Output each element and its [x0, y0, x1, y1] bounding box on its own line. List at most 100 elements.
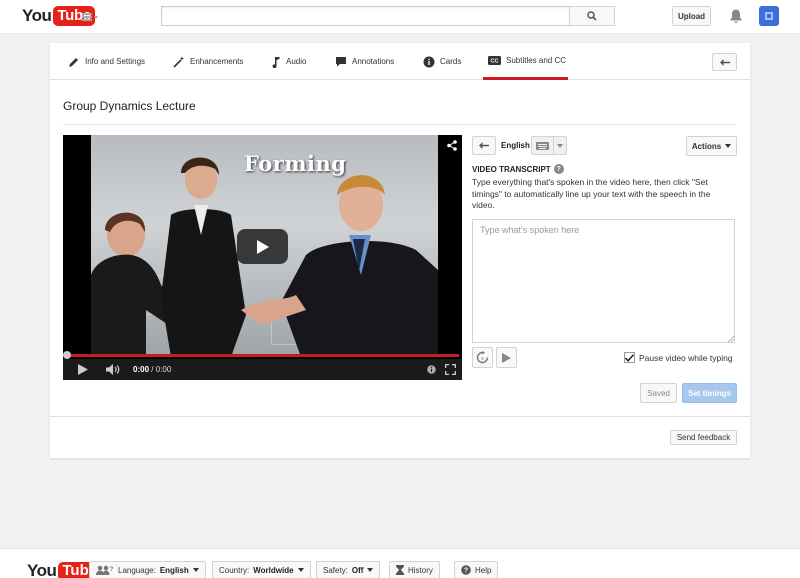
upload-button[interactable]: Upload [672, 6, 711, 26]
pause-while-typing-option[interactable]: Pause video while typing [624, 352, 733, 363]
logo-you-text: You [27, 561, 57, 578]
tab-info-and-settings[interactable]: Info and Settings [68, 43, 145, 80]
arrow-left-icon [479, 142, 489, 149]
country-picker-button[interactable]: Country: Worldwide [212, 561, 311, 578]
tab-label: Cards [440, 57, 462, 66]
video-title: Group Dynamics Lecture [63, 99, 196, 113]
chevron-down-icon [367, 568, 374, 572]
chevron-down-icon [297, 568, 304, 572]
music-note-icon [272, 56, 280, 68]
actions-dropdown[interactable]: Actions [686, 136, 737, 156]
replay-segment-button[interactable]: 5 [472, 347, 493, 368]
video-overlay-title: Forming [244, 151, 347, 176]
current-time: 0:00 [133, 365, 150, 374]
safety-value: Off [351, 565, 364, 575]
total-time: / 0:00 [151, 365, 172, 374]
logo-you-text: You [22, 6, 52, 25]
divider [50, 416, 750, 417]
info-circle-icon [423, 56, 435, 67]
speech-bubble-icon [336, 57, 346, 67]
masthead: You Tube Upload [0, 0, 800, 34]
play-icon[interactable] [78, 364, 88, 375]
caret-down-icon [94, 15, 98, 19]
guide-menu-button[interactable] [82, 12, 98, 22]
search-icon [587, 11, 597, 21]
tab-label: Enhancements [190, 57, 244, 66]
svg-text:?: ? [464, 568, 468, 575]
player-controls: 0:00 / 0:00 [63, 359, 462, 380]
subtitle-language: English [501, 141, 530, 150]
account-avatar[interactable] [759, 6, 779, 26]
hamburger-icon [82, 13, 92, 21]
pause-while-typing-label: Pause video while typing [639, 352, 733, 363]
input-tools-dropdown[interactable] [531, 136, 567, 155]
time-display: 0:00 / 0:00 [133, 365, 171, 374]
language-picker-button[interactable]: ? Language: English [89, 561, 206, 578]
pencil-icon [69, 57, 78, 67]
history-label: History [408, 565, 433, 575]
help-button[interactable]: ? Help [454, 561, 499, 578]
tab-label: Annotations [352, 57, 395, 66]
help-label: Help [475, 565, 492, 575]
help-icon[interactable]: ? [553, 164, 564, 174]
loop-icon: 5 [476, 351, 489, 364]
search-input[interactable] [161, 6, 570, 26]
share-icon[interactable] [447, 140, 457, 151]
pause-while-typing-checkbox[interactable] [624, 352, 635, 363]
svg-text:?: ? [110, 567, 114, 573]
tab-cards[interactable]: Cards [423, 43, 461, 80]
play-icon [502, 352, 511, 363]
keyboard-icon [532, 137, 554, 154]
divider [63, 124, 736, 125]
help-circle-icon: ? [461, 565, 471, 575]
large-play-button[interactable] [237, 229, 288, 264]
volume-icon[interactable] [106, 364, 120, 375]
tab-enhancements[interactable]: Enhancements [173, 43, 243, 80]
avatar-pattern-icon [765, 12, 773, 20]
safety-mode-button[interactable]: Safety: Off [316, 561, 381, 578]
progress-bar[interactable] [66, 354, 459, 357]
video-editor-card: Info and Settings Enhancements Audio Ann… [50, 43, 750, 458]
arrow-left-icon [719, 58, 730, 66]
fullscreen-icon[interactable] [445, 364, 456, 375]
info-icon[interactable] [427, 365, 436, 374]
actions-label: Actions [691, 141, 722, 151]
magic-wand-icon [173, 56, 184, 68]
play-segment-button[interactable] [496, 347, 517, 368]
chevron-down-icon [192, 568, 199, 572]
video-player[interactable]: Forming 0:00 / 0:00 [63, 135, 462, 380]
progress-scrubber[interactable] [63, 351, 71, 359]
hourglass-icon [396, 565, 404, 575]
subtitle-back-button[interactable] [472, 136, 496, 155]
chevron-down-icon [725, 144, 732, 148]
send-feedback-button[interactable]: Send feedback [670, 430, 737, 445]
tab-audio[interactable]: Audio [271, 43, 306, 80]
page-footer: You Tube ? Language: English Country: Wo… [0, 548, 800, 578]
country-prefix: Country: [219, 565, 250, 575]
country-value: Worldwide [253, 565, 294, 575]
safety-prefix: Safety: [323, 565, 348, 575]
transcript-instructions: Type everything that's spoken in the vid… [472, 177, 711, 210]
set-timings-button[interactable]: Set timings [682, 383, 737, 403]
notification-bell-icon[interactable] [728, 8, 744, 24]
svg-text:5: 5 [481, 356, 484, 361]
svg-text:CC: CC [491, 58, 499, 64]
language-value: English [159, 565, 189, 575]
tab-annotations[interactable]: Annotations [335, 43, 394, 80]
editor-tabs: Info and Settings Enhancements Audio Ann… [50, 43, 750, 80]
back-to-videos-button[interactable] [712, 53, 737, 71]
cc-icon: CC [488, 55, 501, 65]
saved-button[interactable]: Saved [640, 383, 677, 403]
transcript-textarea[interactable] [472, 219, 735, 343]
chevron-down-icon [557, 143, 563, 148]
tab-label: Info and Settings [85, 57, 146, 66]
tab-subtitles-and-cc[interactable]: CC Subtitles and CC [483, 43, 568, 80]
language-prefix: Language: [118, 565, 156, 575]
tab-label: Subtitles and CC [506, 55, 567, 65]
history-button[interactable]: History [389, 561, 440, 578]
search-button[interactable] [569, 6, 615, 26]
resize-grip-icon[interactable] [728, 336, 734, 342]
checkmark-icon [625, 353, 634, 362]
tab-label: Audio [286, 57, 307, 66]
video-transcript-label: VIDEO TRANSCRIPT [472, 164, 551, 174]
